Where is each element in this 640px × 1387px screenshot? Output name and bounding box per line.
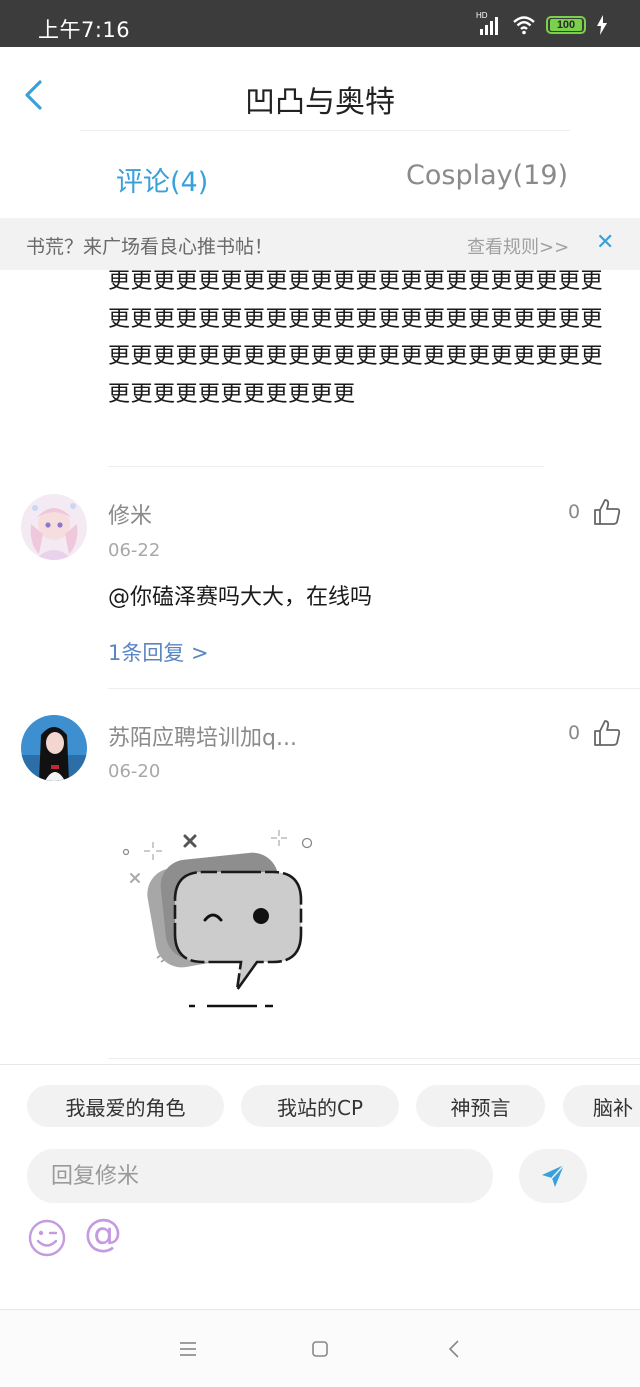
- comment-author[interactable]: 修米: [108, 498, 152, 530]
- page-title: 凹凸与奥特: [245, 85, 395, 120]
- avatar[interactable]: [21, 494, 87, 560]
- emoji-icon[interactable]: [27, 1218, 67, 1258]
- status-bar: 上午7:16 HD 100: [0, 0, 640, 47]
- reply-input[interactable]: [27, 1149, 493, 1203]
- status-time: 上午7:16: [38, 18, 131, 42]
- home-icon[interactable]: [307, 1336, 333, 1362]
- view-replies-link[interactable]: 1条回复 >: [108, 637, 209, 667]
- like-count: 0: [568, 722, 581, 744]
- divider: [108, 1058, 640, 1059]
- quick-tag-chip[interactable]: 我最爱的角色: [27, 1085, 224, 1127]
- comment-date: 06-22: [108, 540, 161, 561]
- send-button[interactable]: [519, 1149, 587, 1203]
- wifi-icon: [513, 16, 535, 35]
- like-count: 0: [568, 501, 581, 523]
- send-icon: [542, 1164, 565, 1187]
- divider: [108, 688, 640, 689]
- comment-date: 06-20: [108, 761, 161, 782]
- tab-cosplay[interactable]: Cosplay(19): [406, 160, 568, 191]
- quick-tag-chip[interactable]: 脑补: [563, 1085, 640, 1127]
- like-icon[interactable]: [592, 497, 622, 527]
- comment-text: @你磕泽赛吗大大，在线吗: [108, 585, 373, 610]
- tab-bar: 评论(4) Cosplay(19): [0, 132, 640, 218]
- notice-text[interactable]: 书荒？来广场看良心推书帖！: [26, 232, 273, 259]
- mention-button[interactable]: @: [84, 1211, 122, 1255]
- chat-bubble-sticker: [122, 830, 313, 1008]
- comment-body: 更更更更更更更更更更更更更更更更更更更更更更更更更更更更更更更更更更更更更更更更…: [108, 269, 604, 407]
- back-icon[interactable]: [442, 1336, 468, 1362]
- like-icon[interactable]: [592, 718, 622, 748]
- comment-author[interactable]: 苏陌应聘培训加q...: [108, 720, 297, 752]
- reply-panel: 我最爱的角色 我站的CP 神预言 脑补 @: [0, 1064, 640, 1310]
- view-rules-link[interactable]: 查看规则>>: [467, 233, 569, 259]
- charging-icon: [597, 15, 607, 35]
- nav-divider: [80, 130, 570, 131]
- top-nav: 凹凸与奥特: [0, 47, 640, 131]
- close-icon[interactable]: ✕: [596, 230, 614, 255]
- tab-comments[interactable]: 评论(4): [116, 160, 208, 199]
- quick-tag-chip[interactable]: 我站的CP: [241, 1085, 399, 1127]
- quick-tag-chip[interactable]: 神预言: [416, 1085, 545, 1127]
- divider: [108, 466, 544, 467]
- battery-icon: 100: [546, 16, 586, 34]
- signal-icon: HD: [476, 11, 502, 36]
- status-icons: HD 100: [476, 11, 608, 36]
- avatar[interactable]: [21, 715, 87, 781]
- menu-icon[interactable]: [175, 1336, 201, 1362]
- system-nav-bar: [0, 1310, 640, 1387]
